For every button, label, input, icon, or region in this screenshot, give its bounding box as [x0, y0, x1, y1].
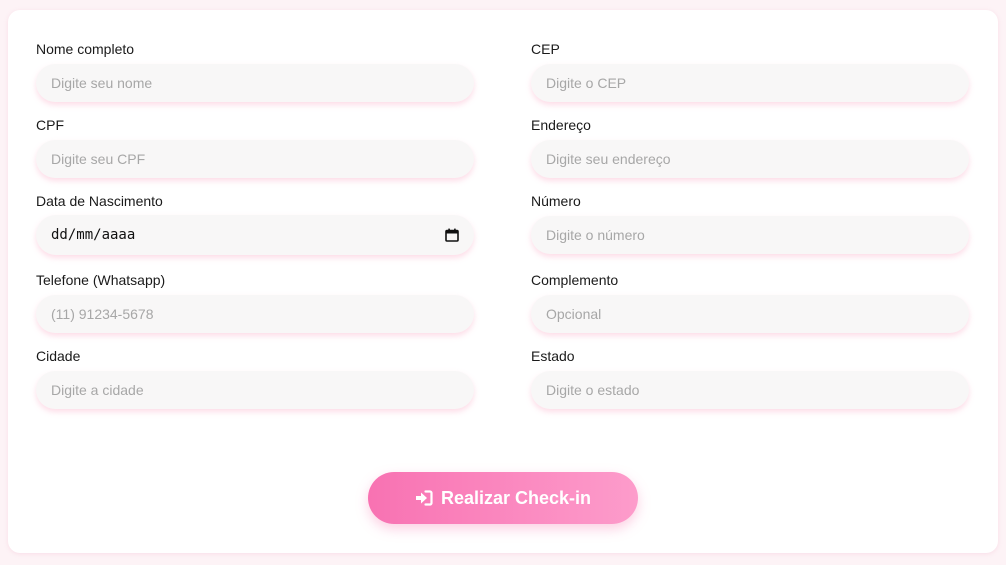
cpf-input[interactable]	[36, 140, 474, 178]
cpf-field: CPF	[36, 117, 474, 178]
sign-in-icon	[415, 490, 433, 506]
address-field: Endereço	[531, 117, 969, 178]
city-input[interactable]	[36, 371, 474, 409]
full-name-label: Nome completo	[36, 41, 135, 57]
complement-label: Complemento	[531, 272, 619, 288]
city-field: Cidade	[36, 348, 474, 409]
state-label: Estado	[531, 348, 575, 364]
complement-input[interactable]	[531, 295, 969, 333]
number-label: Número	[531, 193, 581, 209]
checkin-submit-button[interactable]: Realizar Check-in	[368, 472, 638, 524]
phone-input[interactable]	[36, 295, 474, 333]
number-input[interactable]	[531, 216, 969, 254]
checkin-submit-label: Realizar Check-in	[440, 487, 592, 508]
checkin-form-card: Nome completo CPF Data de Nascimento dd/…	[8, 10, 998, 553]
address-input[interactable]	[531, 140, 969, 178]
phone-label: Telefone (Whatsapp)	[36, 272, 166, 288]
cpf-label: CPF	[36, 117, 64, 133]
full-name-input[interactable]	[36, 64, 474, 102]
full-name-field: Nome completo	[36, 41, 474, 102]
cep-field: CEP	[531, 41, 969, 102]
birth-date-input[interactable]: dd/mm/aaaa	[36, 215, 474, 255]
birth-date-field: Data de Nascimento dd/mm/aaaa	[36, 193, 474, 255]
state-field: Estado	[531, 348, 969, 409]
city-label: Cidade	[36, 348, 81, 364]
address-label: Endereço	[531, 117, 591, 133]
phone-field: Telefone (Whatsapp)	[36, 272, 474, 333]
complement-field: Complemento	[531, 272, 969, 333]
state-input[interactable]	[531, 371, 969, 409]
cep-label: CEP	[531, 41, 560, 57]
cep-input[interactable]	[531, 64, 969, 102]
calendar-icon[interactable]	[445, 228, 459, 242]
birth-date-value: dd/mm/aaaa	[51, 227, 136, 243]
number-field: Número	[531, 193, 969, 254]
birth-date-label: Data de Nascimento	[36, 193, 163, 209]
